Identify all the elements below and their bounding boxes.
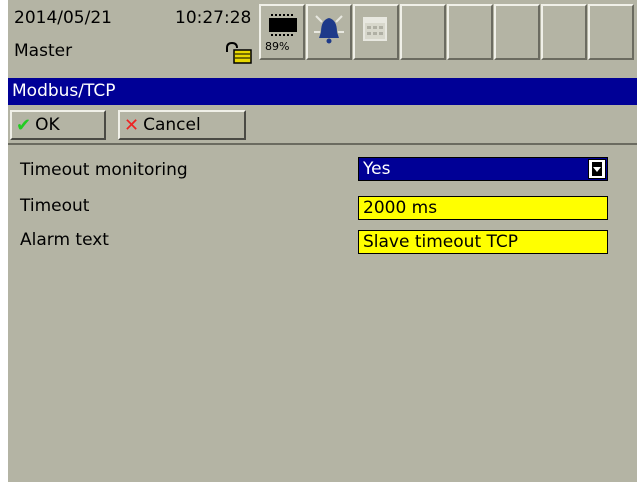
ok-button[interactable]: ✔ OK: [10, 110, 106, 140]
memory-indicator[interactable]: 89%: [259, 4, 305, 60]
timeout-monitoring-value: Yes: [363, 159, 391, 179]
dialog-toolbar: ✔ OK ✕ Cancel: [8, 107, 637, 143]
status-slot-9: [588, 4, 634, 60]
status-slot-7: [494, 4, 540, 60]
device-screen: 2014/05/21 10:27:28 Master 89% Modbus/TC…: [8, 0, 637, 482]
toolbar-divider: [8, 143, 637, 145]
memory-icon: [269, 14, 297, 36]
check-icon: ✔: [16, 114, 32, 136]
timeout-value: 2000 ms: [363, 198, 438, 218]
status-slot-5: [400, 4, 446, 60]
lock-icon[interactable]: [223, 42, 253, 64]
status-slot-8: [541, 4, 587, 60]
cancel-label: Cancel: [143, 115, 201, 135]
timeout-monitoring-label: Timeout monitoring: [20, 160, 188, 180]
alarm-text-label: Alarm text: [20, 230, 109, 250]
alarm-bell-icon: [314, 15, 344, 44]
memory-percent: 89%: [265, 40, 290, 53]
page-title: Modbus/TCP: [8, 78, 637, 105]
timeout-label: Timeout: [20, 196, 90, 216]
status-info-panel: 2014/05/21 10:27:28 Master: [10, 4, 258, 64]
alarm-text-field[interactable]: Slave timeout TCP: [358, 230, 608, 254]
close-icon: ✕: [124, 114, 140, 136]
calendar-indicator[interactable]: [353, 4, 399, 60]
status-bar: 2014/05/21 10:27:28 Master 89%: [8, 0, 637, 66]
status-user[interactable]: Master: [14, 41, 72, 61]
status-time: 10:27:28: [175, 8, 252, 28]
status-slot-6: [447, 4, 493, 60]
chevron-down-icon[interactable]: [588, 159, 606, 179]
status-date: 2014/05/21: [14, 8, 112, 28]
alarm-text-value: Slave timeout TCP: [363, 232, 519, 252]
ok-label: OK: [35, 115, 60, 135]
calendar-icon: [363, 17, 387, 41]
cancel-button[interactable]: ✕ Cancel: [118, 110, 246, 140]
timeout-monitoring-select[interactable]: Yes: [358, 157, 608, 181]
alarm-indicator[interactable]: [306, 4, 352, 60]
timeout-field[interactable]: 2000 ms: [358, 196, 608, 220]
